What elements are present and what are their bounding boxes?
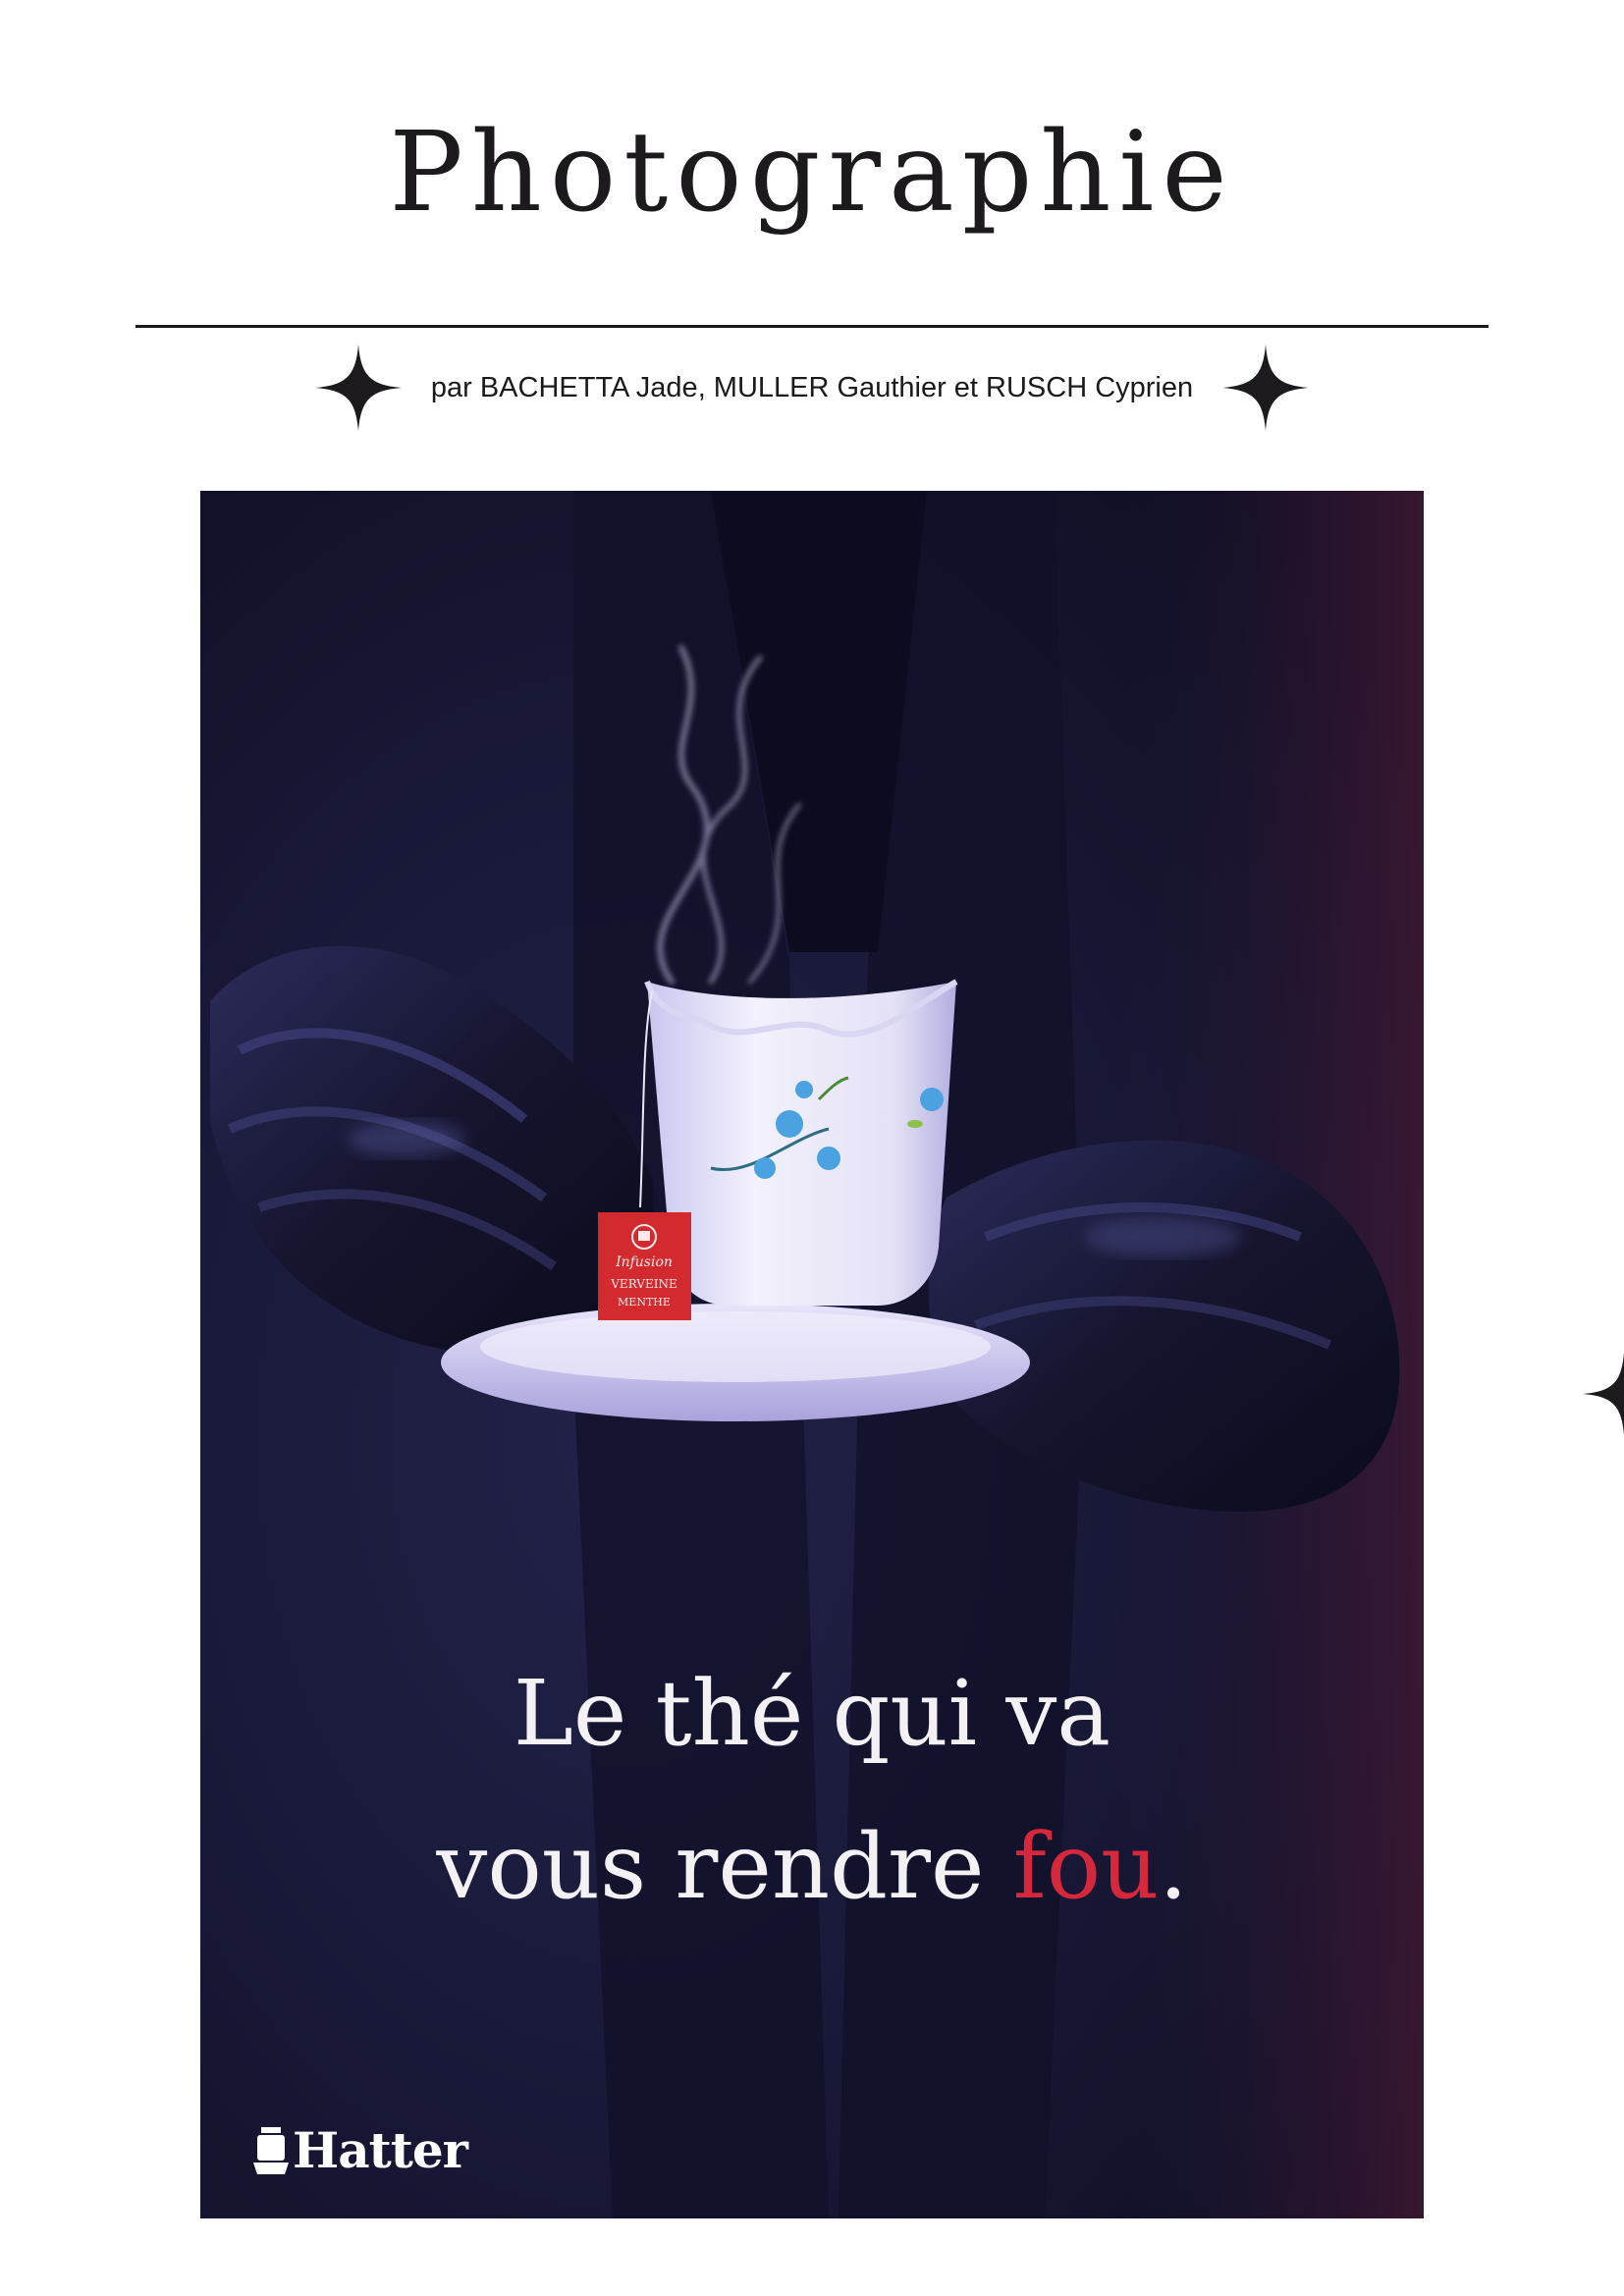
teabag-line3: MENTHE (618, 1296, 671, 1308)
brand-logo: Hatter (251, 2121, 468, 2179)
sparkle-star-icon (314, 345, 402, 431)
poster-photo: Infusion VERVEINE MENTHE (200, 491, 1424, 2218)
brand-name: Hatter (293, 2121, 468, 2179)
teacup-brand-icon (253, 2127, 289, 2174)
sparkle-star-icon (1222, 345, 1310, 431)
poster-tagline: Le thé qui va vous rendre fou. (200, 1637, 1424, 1944)
tagline-line2-main: vous rendre (436, 1814, 1013, 1919)
byline-authors: par BACHETTA Jade, MULLER Gauthier et RU… (430, 371, 1194, 403)
byline-row: par BACHETTA Jade, MULLER Gauthier et RU… (0, 342, 1624, 434)
tagline-line2-end: . (1159, 1814, 1188, 1919)
title-divider (135, 325, 1489, 328)
teabag-line1: Infusion (615, 1255, 673, 1270)
poster: Infusion VERVEINE MENTHE Le thé qui va v… (200, 491, 1424, 2218)
tagline-accent: fou (1012, 1814, 1160, 1919)
page-title: Photographie (389, 109, 1235, 237)
tagline-line2: vous rendre fou. (200, 1790, 1424, 1944)
tagline-line1: Le thé qui va (513, 1661, 1111, 1766)
teabag-line2: VERVEINE (610, 1277, 677, 1291)
sparkle-star-icon (1583, 1353, 1624, 1435)
